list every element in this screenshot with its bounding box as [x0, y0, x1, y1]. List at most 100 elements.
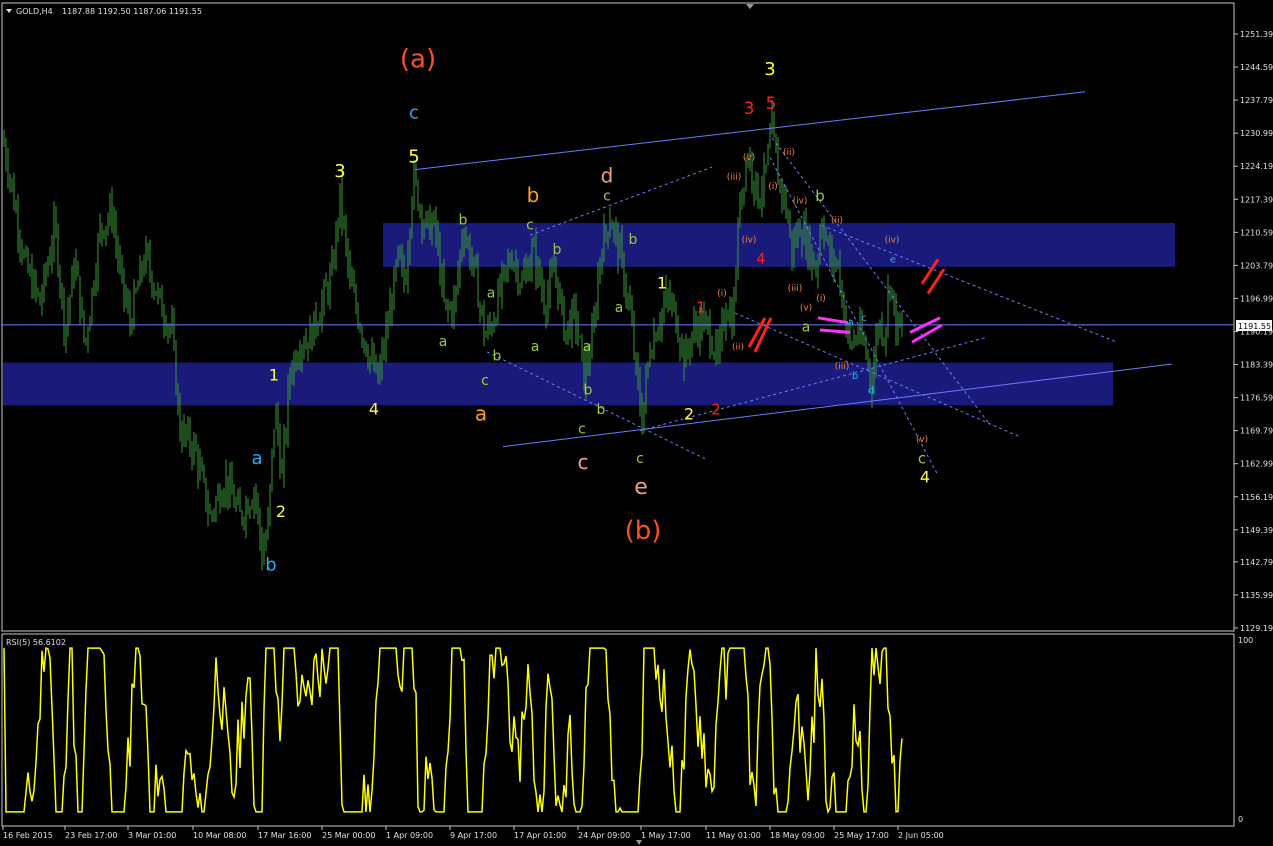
wave-label: 1 — [657, 273, 667, 292]
ohlc-values: 1187.88 1192.50 1187.06 1191.55 — [62, 7, 202, 16]
wave-label: a — [251, 448, 262, 469]
x-tick-label: 23 Feb 17:00 — [65, 831, 117, 840]
wave-label: (iv) — [793, 197, 808, 207]
wave-label: (i) — [717, 289, 727, 299]
wave-label: 5 — [408, 146, 419, 167]
wave-label: 4 — [757, 251, 766, 267]
wave-label: (i) — [816, 294, 826, 304]
wave-label: c — [409, 103, 419, 124]
rsi-title: RSI(5) 56.6102 — [6, 638, 66, 647]
wave-label: c — [578, 422, 586, 438]
wave-label: c — [636, 451, 644, 467]
y-tick-label: 1156.19 — [1240, 493, 1273, 502]
x-tick-label: 17 Mar 16:00 — [258, 831, 311, 840]
y-tick-label: 1237.79 — [1240, 96, 1273, 105]
y-tick-label: 1196.99 — [1240, 294, 1273, 303]
wave-label: a — [802, 320, 811, 336]
wave-label: a — [848, 318, 854, 329]
y-tick-label: 1129.19 — [1240, 624, 1273, 633]
wave-label: 1 — [269, 366, 279, 385]
wave-label: c — [918, 449, 926, 467]
wave-label: (v) — [743, 153, 755, 163]
wave-label: a — [439, 334, 448, 350]
wave-label: (iii) — [727, 172, 742, 182]
x-tick-label: 25 May 17:00 — [834, 831, 889, 840]
y-tick-label: 1135.99 — [1240, 591, 1273, 600]
x-tick-label: 17 Apr 01:00 — [514, 831, 566, 840]
wave-label: 4 — [369, 400, 379, 419]
y-tick-label: 1183.39 — [1240, 361, 1273, 370]
wave-label: c — [526, 217, 534, 233]
chart-canvas: GOLD,H4 1187.88 1192.50 1187.06 1191.55 … — [0, 0, 1273, 846]
wave-label: 2 — [711, 401, 721, 419]
wave-label: a — [475, 402, 487, 426]
x-tick-label: 16 Feb 2015 — [3, 831, 53, 840]
wave-label: a — [583, 339, 592, 355]
x-tick-label: 3 Mar 01:00 — [128, 831, 176, 840]
wave-label: b — [584, 383, 593, 399]
x-tick-label: 10 Mar 08:00 — [193, 831, 246, 840]
wave-label: d — [868, 386, 874, 397]
y-tick-label: 1169.79 — [1240, 427, 1273, 436]
wave-label: a — [615, 300, 624, 316]
wave-label: a — [531, 339, 540, 355]
wave-label: e — [634, 475, 648, 500]
price-zone — [3, 362, 1113, 406]
y-tick-label: 1210.59 — [1240, 228, 1273, 237]
wave-label: 4 — [920, 468, 930, 487]
x-tick-label: 24 Apr 09:00 — [578, 831, 630, 840]
x-tick-label: 18 May 09:00 — [770, 831, 825, 840]
wave-label: e — [890, 254, 896, 265]
y-tick-label: 1203.79 — [1240, 261, 1273, 270]
y-tick-label: 1244.59 — [1240, 63, 1273, 72]
current-price-label: 1191.55 — [1238, 322, 1271, 331]
wave-label: 2 — [684, 405, 694, 424]
x-tick-label: 11 May 01:00 — [706, 831, 761, 840]
y-tick-label: 1251.39 — [1240, 30, 1273, 39]
wave-label: d — [601, 163, 614, 187]
wave-label: 3 — [744, 99, 755, 119]
wave-label: b — [629, 232, 638, 248]
wave-label: (iv) — [885, 236, 900, 246]
wave-label: (iii) — [835, 362, 850, 372]
x-tick-label: 9 Apr 17:00 — [450, 831, 497, 840]
price-zone — [383, 223, 1175, 267]
y-tick-label: 1149.39 — [1240, 526, 1273, 535]
y-tick-label: 1176.59 — [1240, 394, 1273, 403]
chart-background — [0, 0, 1273, 846]
wave-label: (b) — [625, 516, 662, 546]
y-tick-label: 1162.99 — [1240, 460, 1273, 469]
rsi-scale-top: 100 — [1238, 636, 1253, 645]
symbol-label: GOLD,H4 — [16, 7, 53, 16]
wave-label: b — [459, 213, 468, 229]
y-tick-label: 1230.99 — [1240, 129, 1273, 138]
wave-label: c — [481, 373, 489, 389]
x-tick-label: 1 Apr 09:00 — [386, 831, 433, 840]
wave-label: b — [553, 242, 562, 258]
wave-label: 3 — [764, 59, 775, 80]
wave-label: b — [852, 371, 858, 382]
x-tick-label: 25 Mar 00:00 — [322, 831, 375, 840]
wave-label: b — [265, 555, 276, 576]
rsi-scale-bottom: 0 — [1238, 815, 1243, 824]
wave-label: (iii) — [788, 284, 803, 294]
wave-label: 1 — [696, 299, 706, 317]
wave-label: 3 — [334, 161, 345, 182]
wave-label: (iv) — [742, 236, 757, 246]
wave-label: b — [493, 349, 502, 365]
y-tick-label: 1217.39 — [1240, 195, 1273, 204]
wave-label: b — [815, 187, 825, 205]
wave-label: b — [597, 402, 606, 418]
wave-label: b — [527, 183, 540, 207]
wave-label: a — [487, 286, 496, 302]
y-tick-label: 1224.19 — [1240, 162, 1273, 171]
wave-label: (i) — [768, 182, 778, 192]
x-tick-label: 2 Jun 05:00 — [898, 831, 944, 840]
wave-label: (v) — [800, 304, 812, 314]
wave-label: (ii) — [732, 342, 744, 352]
wave-label: (a) — [400, 45, 436, 75]
wave-label: 2 — [276, 502, 286, 521]
x-tick-label: 1 May 17:00 — [641, 831, 691, 840]
y-tick-label: 1142.79 — [1240, 558, 1273, 567]
wave-label: (v) — [916, 435, 928, 445]
